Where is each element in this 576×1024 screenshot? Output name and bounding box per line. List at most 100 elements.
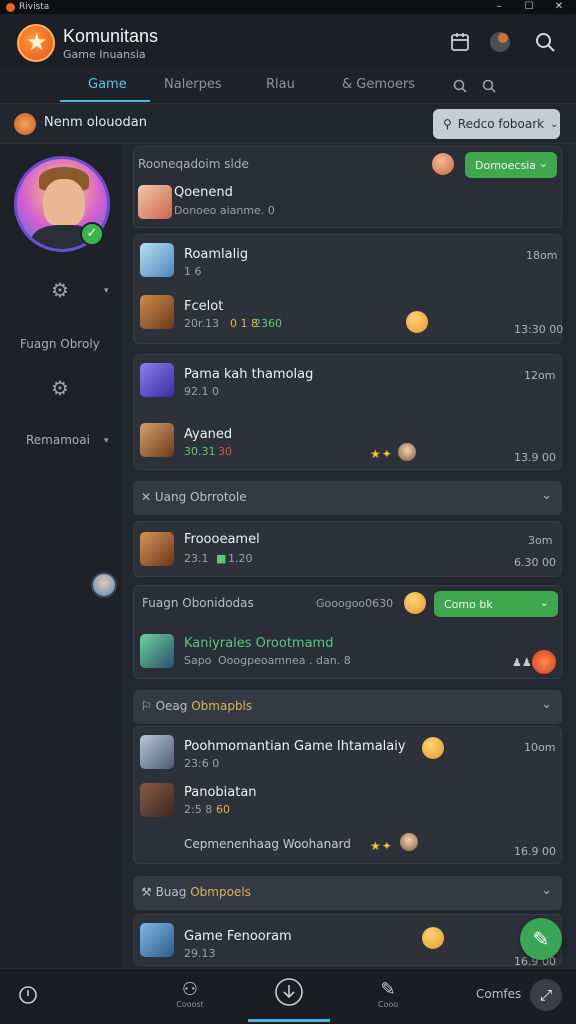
game-card-c[interactable]: Froooeamel 23.1 ■ 1.20 3om 6.30 00	[133, 521, 562, 577]
calendar-icon[interactable]	[448, 30, 472, 54]
search-icon[interactable]	[533, 30, 557, 54]
game-thumbnail	[140, 923, 174, 957]
app-header: Komunitans Game Inuansia	[0, 14, 576, 70]
game-thumbnail[interactable]	[138, 185, 172, 219]
item-time: 18om	[526, 249, 558, 262]
nav-label-comfes[interactable]: Comfes	[476, 987, 521, 1001]
window-title: Rivista	[19, 2, 50, 12]
item-subtitle: 20r.13	[184, 317, 220, 330]
nav-label: Cooo	[377, 1000, 399, 1009]
app-logo	[17, 24, 55, 62]
active-nav-indicator	[248, 1019, 330, 1022]
item-title[interactable]: Qoenend	[174, 185, 233, 200]
notification-icon[interactable]	[532, 650, 556, 674]
search-icon[interactable]	[452, 78, 468, 94]
status-pill-button[interactable]: Domoecsia ⌄	[465, 152, 557, 178]
nav-item-cooost[interactable]: ⚇ Cooost	[170, 979, 210, 1009]
game-thumbnail	[140, 295, 174, 329]
card-header-title: Rooneqadoim slde	[138, 157, 249, 171]
item-meta: 30	[218, 445, 232, 458]
game-thumbnail	[140, 532, 174, 566]
item-meta: 2360	[254, 317, 282, 330]
item-subtitle: 23:6 0	[184, 757, 220, 770]
window-titlebar: Rivista – ☐ ✕	[0, 0, 576, 14]
item-title: Panobiatan	[184, 785, 257, 800]
item-title: Pama kah thamolag	[184, 367, 314, 382]
filter-button-label: Redco foboark	[457, 117, 545, 131]
filter-label: Nenm olouodan	[44, 115, 147, 130]
card-header-meta: Gooogoo0630	[316, 597, 394, 610]
group-icon: ♟♟	[512, 656, 532, 669]
gear-icon[interactable]: ⚙	[51, 376, 69, 400]
minimize-button[interactable]: –	[484, 0, 514, 14]
game-card-a[interactable]: Roamlalig 1 6 18om Fcelot 20r.13 0 1 8 2…	[133, 234, 564, 344]
filter-dropdown-button[interactable]: ⚲ Redco foboark ⌄	[433, 109, 560, 139]
tab-gemoers[interactable]: & Gemoers	[342, 77, 415, 92]
item-time: 13:30 00	[514, 323, 564, 336]
filter-search-icon[interactable]	[481, 78, 497, 94]
user-avatar[interactable]	[91, 572, 117, 598]
tab-rlau[interactable]: Rlau	[266, 77, 295, 92]
pill-label: Domoecsia	[475, 158, 536, 172]
app-icon	[6, 2, 15, 12]
search-icon: ⚲	[443, 117, 452, 131]
item-title: Roamlalig	[184, 247, 249, 262]
gear-icon[interactable]: ⚙	[51, 278, 69, 302]
card-header-title: Fuagn Obonidodas	[142, 596, 254, 610]
item-subtitle: 1 6	[184, 265, 202, 278]
game-card-e[interactable]: Poohmomantian Game Ihtamalaiy 23:6 0 10o…	[133, 726, 562, 864]
edit-icon: ✎	[380, 979, 396, 1000]
item-meta: Ooogpeoamnea . dan. 8	[218, 654, 351, 667]
item-subtitle: Donoeo aianme. 0	[174, 204, 275, 217]
tab-nalerpes[interactable]: Nalerpes	[164, 77, 222, 92]
sidebar-label-remamoai[interactable]: Remamoai	[26, 433, 90, 447]
item-title: Froooeamel	[184, 532, 260, 547]
emoji-icon	[422, 927, 444, 949]
avatar	[398, 443, 416, 461]
section-header[interactable]: ⚐ Oeag Obmapbls ⌄	[133, 690, 562, 724]
bottom-nav: ⚇ Cooost ✎ Cooo Comfes ⤢	[0, 968, 576, 1024]
close-button[interactable]: ✕	[544, 0, 574, 14]
chevron-down-icon[interactable]: ▾	[104, 286, 109, 296]
game-thumbnail	[140, 363, 174, 397]
chevron-down-icon[interactable]: ⌄	[541, 883, 552, 898]
game-card-f[interactable]: Game Fenooram 29.13 16.9 00	[133, 914, 562, 968]
game-card-d[interactable]: Fuagn Obonidodas Gooogoo0630 Como bk ⌄ K…	[133, 585, 562, 679]
app-subtitle: Game Inuansia	[63, 48, 146, 61]
game-thumbnail	[140, 423, 174, 457]
chevron-down-icon: ⌄	[538, 157, 548, 170]
download-icon[interactable]	[274, 977, 304, 1007]
maximize-button[interactable]: ☐	[514, 0, 544, 14]
avatar	[400, 833, 418, 851]
status-badge-icon: ✓	[80, 222, 104, 246]
nav-item-cooo[interactable]: ✎ Cooo	[368, 979, 408, 1009]
section-header[interactable]: ✕ Uang Obrrotole ⌄	[133, 481, 562, 515]
chevron-down-icon[interactable]: ▾	[104, 436, 109, 446]
profile-icon[interactable]	[488, 30, 512, 54]
item-subtitle: 30.31	[184, 445, 216, 458]
game-card-b[interactable]: Pama kah thamolag 92.1 0 12om Ayaned 30.…	[133, 354, 562, 470]
emoji-icon	[422, 737, 444, 759]
item-subtitle: Sapo	[184, 654, 212, 667]
item-title: Poohmomantian Game Ihtamalaiy	[184, 739, 406, 754]
chevron-down-icon: ⌄	[539, 596, 549, 609]
item-subtitle: 2:5 8	[184, 803, 213, 816]
section-header[interactable]: ⚒ Buag Obmpoels ⌄	[133, 876, 562, 910]
sidebar: ✓ ⚙ ▾ Fuagn Obroly ⚙ Remamoai ▾	[0, 144, 124, 968]
status-pill-button[interactable]: Como bk ⌄	[434, 591, 558, 617]
new-post-button[interactable]: ✎	[520, 918, 562, 960]
item-time: 10om	[524, 741, 556, 754]
chevron-down-icon[interactable]: ⌄	[541, 697, 552, 712]
game-thumbnail	[140, 735, 174, 769]
tab-game[interactable]: Game	[88, 77, 127, 92]
chevron-down-icon[interactable]: ⌄	[541, 488, 552, 503]
sidebar-label-obroly[interactable]: Fuagn Obroly	[20, 337, 100, 351]
chevron-down-icon: ⌄	[550, 118, 559, 130]
item-subtitle: 23.1	[184, 552, 209, 565]
item-meta: ■	[216, 552, 227, 565]
expand-icon[interactable]: ⤢	[530, 979, 562, 1011]
power-icon[interactable]	[17, 984, 39, 1006]
item-title: Fcelot	[184, 299, 224, 314]
item-title: Ayaned	[184, 427, 233, 442]
nav-label: Cooost	[176, 1000, 204, 1009]
